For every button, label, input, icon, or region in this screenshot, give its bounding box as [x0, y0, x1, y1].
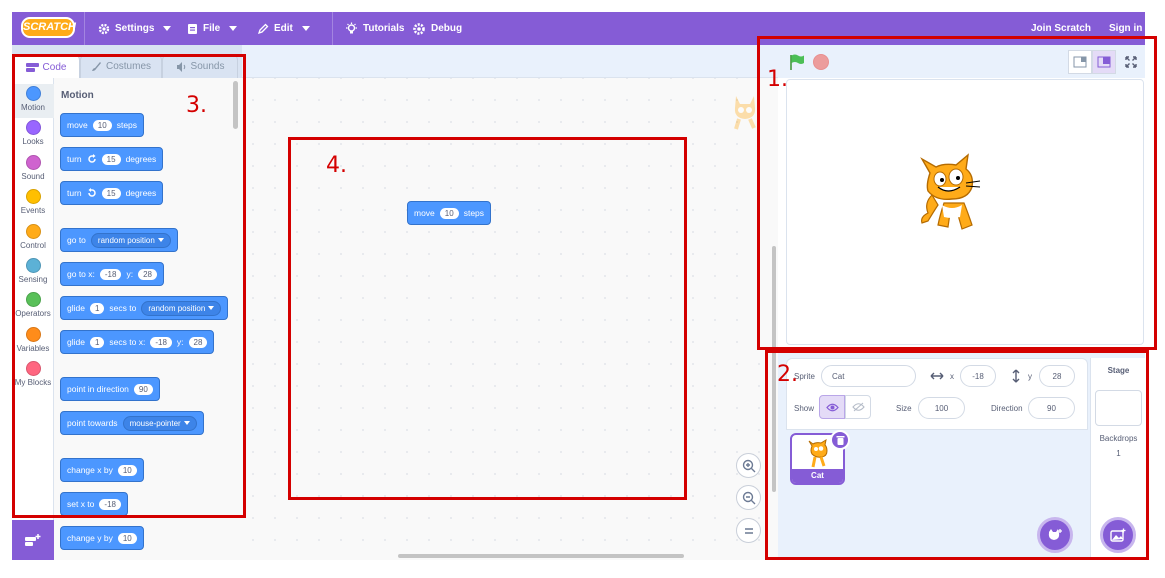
sprite-ghost-icon [730, 92, 760, 135]
lightbulb-icon [346, 22, 357, 34]
zoom-in-button[interactable] [736, 453, 761, 478]
chevron-down-icon [163, 26, 172, 31]
add-extension-icon [25, 534, 41, 546]
chevron-down-icon [229, 26, 238, 31]
edit-menu[interactable]: Edit [257, 12, 310, 45]
settings-label: Settings [115, 23, 155, 34]
callout-2: 2. [777, 362, 798, 387]
file-icon [188, 23, 197, 34]
chevron-down-icon [301, 26, 310, 31]
debug-gear-icon [413, 22, 425, 35]
debug-button[interactable]: Debug [412, 12, 462, 45]
zoom-out-button[interactable] [736, 485, 761, 510]
debug-label: Debug [431, 23, 463, 34]
file-menu[interactable]: File [187, 12, 238, 45]
tutorials-button[interactable]: Tutorials [345, 12, 404, 45]
gear-icon [98, 23, 110, 34]
menu-divider [332, 12, 333, 45]
y-change-input[interactable]: 10 [117, 532, 137, 544]
add-extension-button[interactable] [12, 520, 54, 560]
pencil-icon [257, 23, 269, 34]
block-text: change y by [67, 533, 113, 543]
callout-4: 4. [326, 153, 347, 178]
zoom-reset-button[interactable] [736, 518, 761, 543]
callout-3: 3. [186, 93, 207, 118]
annotation-box-script [288, 137, 687, 500]
scratch-logo[interactable]: SCRATCH [21, 17, 76, 38]
settings-menu[interactable]: Settings [98, 12, 172, 45]
sign-in-label: Sign in [1109, 23, 1143, 34]
edit-label: Edit [274, 23, 293, 34]
annotation-box-sprite-pane [765, 350, 1149, 560]
equals-icon [744, 527, 753, 534]
zoom-in-icon [742, 459, 755, 472]
tutorials-label: Tutorials [363, 23, 405, 34]
join-scratch-label: Join Scratch [1031, 23, 1092, 34]
menu-divider [84, 12, 85, 45]
annotation-box-stage [757, 36, 1157, 350]
scratch-editor: SCRATCH Settings File Edit Tutorials Deb… [0, 0, 1165, 578]
zoom-out-icon [742, 491, 755, 504]
horizontal-scrollbar[interactable] [398, 554, 684, 558]
change-y-block[interactable]: change y by 10 [60, 526, 144, 550]
callout-1: 1. [767, 67, 788, 92]
file-label: File [203, 23, 221, 34]
script-area-header [242, 45, 778, 78]
annotation-box-blocks [12, 54, 246, 518]
